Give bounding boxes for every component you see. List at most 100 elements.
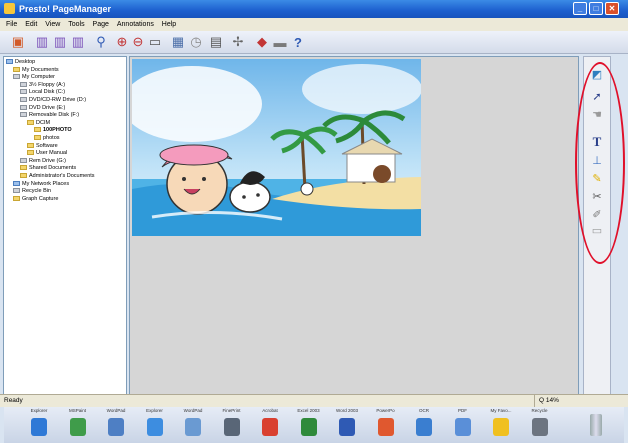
tree-item-label: My Network Places <box>22 180 70 187</box>
scan-icon[interactable]: ▥ <box>70 34 86 50</box>
dock-app-label: Explorer <box>30 408 48 413</box>
app-icon <box>108 418 124 436</box>
tree-item[interactable]: Administrator's Documents <box>20 173 95 180</box>
app-launcher-bar: Explorer MSPaint WordPad Explorer WordPad Fin… <box>4 407 624 443</box>
tree-item[interactable]: Rem Drive (G:) <box>20 158 66 165</box>
tree-item-label: Local Disk (C:) <box>29 89 66 96</box>
folder-icon <box>34 127 41 133</box>
layout-icon[interactable]: ▤ <box>208 34 224 50</box>
tree-item-label: Shared Documents <box>29 165 77 172</box>
menu-help[interactable]: Help <box>162 18 176 31</box>
app-icon <box>69 418 86 436</box>
dock-app[interactable]: Recycle <box>523 407 557 443</box>
menu-tools[interactable]: Tools <box>68 18 84 31</box>
menu-view[interactable]: View <box>45 18 60 31</box>
title-bar: Presto! PageManager _ □ ✕ <box>0 0 628 18</box>
menu-edit[interactable]: Edit <box>25 18 37 31</box>
tree-item-label: 3½ Floppy (A:) <box>29 81 66 88</box>
tree-item[interactable]: Removable Disk (F:) <box>20 112 79 119</box>
fit-icon[interactable]: ▭ <box>147 34 163 50</box>
tree-item-label: Removable Disk (F:) <box>29 112 80 119</box>
folder-icon <box>20 97 27 103</box>
app-icon <box>377 418 394 436</box>
layout-icon[interactable]: ▦ <box>170 34 186 50</box>
app-icon <box>31 418 47 436</box>
tree-item[interactable]: DVD/CD-RW Drive (D:) <box>20 97 86 104</box>
tree-item[interactable]: My Network Places <box>13 181 69 188</box>
folder-icon <box>13 180 20 186</box>
open-icon[interactable]: ▣ <box>10 34 26 50</box>
tree-item[interactable]: Desktop <box>6 59 35 66</box>
tree-item[interactable]: 100PHOTO <box>34 127 72 134</box>
tree-item[interactable]: DCIM <box>27 120 50 127</box>
tree-item-label: My Documents <box>22 66 59 73</box>
folder-tree[interactable]: Desktop My Documents My Computer 3½ Floppy … <box>3 56 127 395</box>
tree-item[interactable]: 3½ Floppy (A:) <box>20 82 65 89</box>
dock-app[interactable]: Excel 2003 <box>292 407 326 443</box>
clock-icon[interactable]: ◷ <box>188 34 204 50</box>
tree-item-label: Recycle Bin <box>22 188 52 195</box>
zoom-level: Q 14% <box>534 395 579 407</box>
dock-app[interactable]: Word 2003 <box>330 407 364 443</box>
dock-app[interactable]: OCR <box>407 407 441 443</box>
tree-item[interactable]: photos <box>34 135 60 142</box>
folder-icon <box>20 89 27 95</box>
photo-thumbnail[interactable] <box>132 59 421 236</box>
tree-item[interactable]: Local Disk (C:) <box>20 89 65 96</box>
dock-app-label: WordPad <box>183 408 203 413</box>
menu-file[interactable]: File <box>6 18 17 31</box>
dock-app-label: Excel 2003 <box>297 408 320 413</box>
send-icon[interactable]: ◆ <box>254 34 270 50</box>
tree-item[interactable]: Recycle Bin <box>13 188 51 195</box>
trash-icon[interactable] <box>590 414 602 436</box>
tree-item[interactable]: Graph Capture <box>13 196 58 203</box>
menu-annotations[interactable]: Annotations <box>117 18 154 31</box>
app-icon <box>531 418 548 436</box>
zoom-out-icon[interactable]: ⊖ <box>130 34 146 50</box>
app-icon <box>416 418 432 436</box>
dock-app-label: WordPad <box>106 408 126 413</box>
tree-item[interactable]: My Computer <box>13 74 55 81</box>
dock-app[interactable]: My Favo... <box>484 407 518 443</box>
dock-app[interactable]: PDF <box>446 407 480 443</box>
folder-icon <box>20 104 27 110</box>
dock-app[interactable]: WordPad <box>99 407 133 443</box>
app-icon <box>146 418 163 436</box>
tools-icon[interactable]: ✢ <box>230 34 246 50</box>
cartoon-beach-image <box>132 59 421 236</box>
scan-icon[interactable]: ▥ <box>34 34 50 50</box>
dock-app-label: Acrobat <box>262 408 278 413</box>
dock-app-label: PDF <box>458 408 467 413</box>
tree-item[interactable]: Shared Documents <box>20 165 76 172</box>
dock-app[interactable]: MSPaint <box>61 407 95 443</box>
print-icon[interactable]: ▬ <box>272 34 288 50</box>
dock-app[interactable]: WordPad <box>176 407 210 443</box>
dock-app[interactable]: Acrobat <box>253 407 287 443</box>
zoom-icon[interactable]: ⚲ <box>93 34 109 50</box>
folder-icon <box>27 119 34 125</box>
tree-item[interactable]: User Manual <box>27 150 67 157</box>
tree-item[interactable]: My Documents <box>13 67 59 74</box>
folder-icon <box>27 150 34 156</box>
dock-app[interactable]: Explorer <box>138 407 172 443</box>
status-bar: Ready Q 14% <box>0 394 628 407</box>
highlight-oval <box>575 62 625 264</box>
tree-item[interactable]: DVD Drive (E:) <box>20 105 65 112</box>
dock-app-label: My Favo... <box>490 408 512 413</box>
close-button[interactable]: ✕ <box>605 2 619 15</box>
tree-item-label: Rem Drive (G:) <box>29 157 66 164</box>
scan-icon[interactable]: ▥ <box>52 34 68 50</box>
folder-icon <box>27 142 34 148</box>
tree-item-label: User Manual <box>36 150 68 157</box>
dock-app[interactable]: Explorer <box>22 407 56 443</box>
tree-item[interactable]: Software <box>27 143 58 150</box>
dock-app[interactable]: FinePrint <box>215 407 249 443</box>
help-icon[interactable]: ? <box>290 34 306 50</box>
dock-app[interactable]: PowerPo <box>369 407 403 443</box>
minimize-button[interactable]: _ <box>573 2 587 15</box>
dock-app-label: MSPaint <box>68 408 86 413</box>
menu-page[interactable]: Page <box>93 18 109 31</box>
folder-icon <box>13 66 20 72</box>
maximize-button[interactable]: □ <box>589 2 603 15</box>
zoom-in-icon[interactable]: ⊕ <box>114 34 130 50</box>
